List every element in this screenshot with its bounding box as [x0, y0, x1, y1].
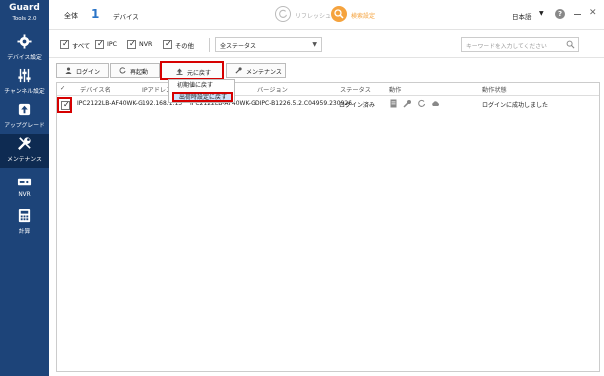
all-label: 全体 — [64, 12, 78, 20]
col-status: ステータス — [340, 87, 371, 94]
sidebar-item-nvr[interactable]: NVR — [0, 172, 49, 206]
sidebar-item-channel-settings[interactable]: チャンネル設定 — [0, 66, 49, 100]
sidebar: Guard Tools 2.0 デバイス設定 チャンネル設定 アップグレード メ… — [0, 0, 49, 376]
col-action: 動作 — [389, 87, 402, 94]
checkbox-box — [163, 39, 172, 49]
sidebar-item-calculator[interactable]: 計算 — [0, 206, 49, 240]
close-icon[interactable]: ✕ — [589, 8, 597, 18]
col-action-status: 動作状態 — [482, 87, 507, 94]
search-icon — [331, 6, 347, 22]
app-version: Tools 2.0 — [12, 16, 37, 22]
calculator-icon — [18, 208, 31, 223]
sidebar-item-upgrade[interactable]: アップグレード — [0, 100, 49, 134]
sidebar-item-label: アップグレード — [4, 123, 45, 129]
restore-dropdown-menu: 初期値に戻す 出荷時設定に戻す — [168, 79, 235, 103]
user-icon — [65, 67, 72, 74]
maintenance-button[interactable]: メンテナンス — [226, 63, 286, 78]
sidebar-item-maintenance[interactable]: メンテナンス — [0, 134, 49, 168]
checkbox-box — [61, 100, 70, 110]
chevron-down-icon: ▼ — [312, 41, 317, 48]
gear-icon — [17, 34, 32, 49]
table-row[interactable]: IPC2122LB-AF40WK-G 192.168.1.13 IPC2122L… — [57, 97, 599, 111]
menu-item-restore-default[interactable]: 初期値に戻す — [169, 81, 234, 91]
sidebar-item-label: NVR — [18, 192, 31, 198]
toolbar: ログイン 再起動 元に戻す メンテナンス — [49, 58, 604, 82]
login-label: ログイン — [76, 69, 101, 76]
wrench-icon[interactable] — [403, 99, 412, 108]
restore-button[interactable]: 元に戻す — [160, 61, 224, 80]
chevron-down-icon[interactable]: ▼ — [539, 10, 544, 17]
reboot-label: 再起動 — [130, 69, 149, 76]
select-all-check-icon[interactable]: ✓ — [60, 85, 65, 92]
maintenance-label: メンテナンス — [246, 69, 282, 76]
sidebar-item-label: メンテナンス — [7, 157, 42, 163]
keyword-placeholder: キーワードを入力してください — [466, 44, 547, 50]
wrench-icon — [235, 67, 242, 74]
reboot-icon — [119, 67, 126, 74]
top-bar: 全体 1 デバイス リフレッシュ 検索設定 日本語 ▼ ? ✕ — [49, 0, 604, 30]
app-name: Guard — [9, 3, 40, 13]
upgrade-icon — [18, 103, 31, 116]
sidebar-item-label: デバイス設定 — [7, 55, 42, 61]
language-select[interactable]: 日本語 — [512, 11, 532, 21]
status-select[interactable]: 全ステータス ▼ — [215, 37, 322, 52]
checkbox-box — [95, 39, 104, 49]
search-settings-label: 検索設定 — [351, 13, 376, 20]
row-checkbox[interactable] — [57, 97, 72, 113]
help-icon[interactable]: ? — [555, 9, 565, 19]
sliders-icon — [18, 68, 31, 83]
restore-label: 元に戻す — [187, 70, 212, 77]
cloud-upload-icon[interactable] — [431, 99, 440, 108]
checkbox-label: IPC — [107, 41, 118, 48]
col-version: バージョン — [257, 87, 288, 94]
refresh-icon — [275, 6, 291, 22]
checkbox-box — [60, 39, 69, 49]
sidebar-item-label: チャンネル設定 — [4, 89, 45, 95]
cell-version: DIPC-B1226.5.2.C04959.230926 — [255, 100, 352, 107]
checkbox-box — [127, 39, 136, 49]
checkbox-label: すべて — [72, 43, 91, 50]
search-icon[interactable] — [566, 40, 575, 49]
document-icon[interactable] — [389, 99, 398, 108]
sidebar-item-device-settings[interactable]: デバイス設定 — [0, 32, 49, 66]
reboot-button[interactable]: 再起動 — [110, 63, 160, 78]
cell-status: ログイン済み — [339, 102, 376, 109]
minimize-icon[interactable] — [574, 14, 581, 15]
checkbox-label: NVR — [139, 41, 153, 48]
table-header: ✓ デバイス名 IPアドレス バージョン ステータス 動作 動作状態 — [57, 83, 599, 96]
cell-action-status: ログインに成功しました — [482, 102, 549, 109]
divider — [209, 38, 210, 52]
nvr-icon — [17, 178, 32, 186]
sidebar-item-label: 計算 — [18, 229, 31, 235]
col-device-name: デバイス名 — [80, 87, 111, 94]
device-label: デバイス — [113, 13, 139, 21]
checkbox-label: その他 — [175, 43, 194, 50]
keyword-search-input[interactable]: キーワードを入力してください — [461, 37, 579, 52]
restore-icon — [176, 68, 183, 75]
refresh-label: リフレッシュ — [295, 13, 332, 20]
login-button[interactable]: ログイン — [56, 63, 109, 78]
app-logo: Guard Tools 2.0 — [0, 0, 49, 28]
tools-icon — [18, 137, 31, 150]
status-select-value: 全ステータス — [220, 43, 257, 50]
menu-item-factory-reset[interactable]: 出荷時設定に戻す — [172, 92, 233, 102]
cell-device-name: IPC2122LB-AF40WK-G — [77, 100, 143, 107]
device-table: ✓ デバイス名 IPアドレス バージョン ステータス 動作 動作状態 IPC21… — [56, 82, 600, 372]
refresh-icon[interactable] — [417, 99, 426, 108]
search-settings-button[interactable]: 検索設定 — [331, 6, 401, 24]
filter-bar: すべて IPC NVR その他 全ステータス ▼ キーワードを入力してください — [49, 30, 604, 58]
device-count: 1 — [91, 7, 100, 21]
